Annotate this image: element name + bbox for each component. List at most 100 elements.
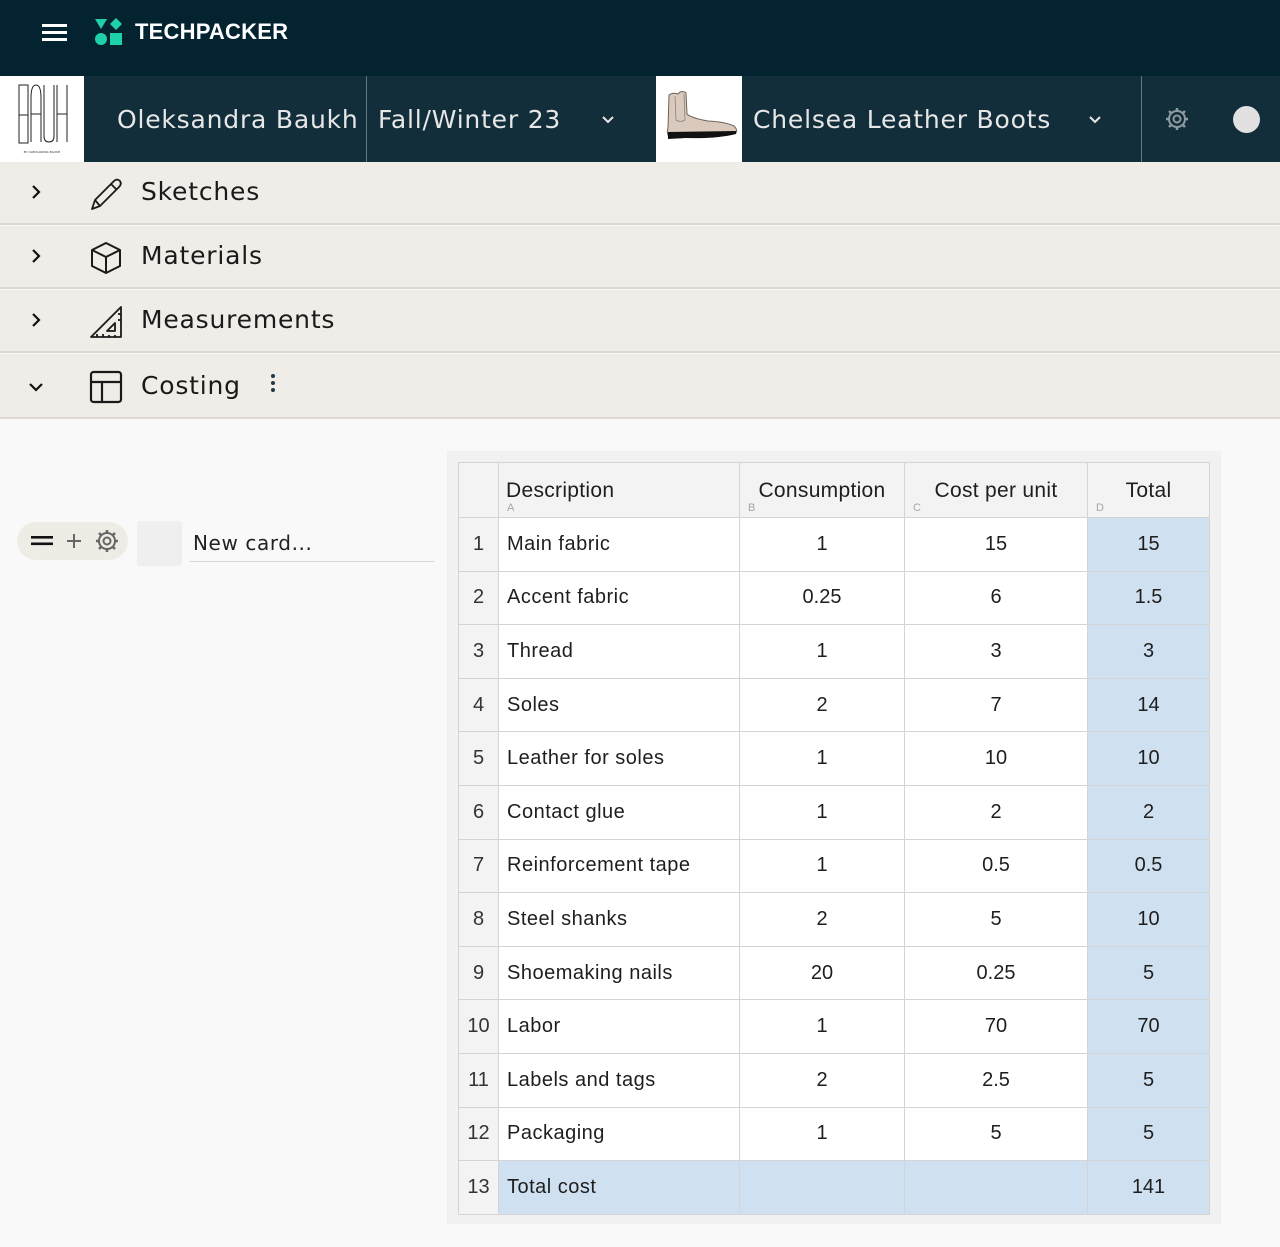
row-number[interactable]: 8 <box>458 892 499 947</box>
total-cell[interactable]: 1.5 <box>1087 570 1210 626</box>
description-cell[interactable]: Shoemaking nails <box>498 945 740 1001</box>
user-avatar[interactable] <box>1233 106 1260 133</box>
total-cell[interactable]: 2 <box>1087 784 1210 840</box>
description-cell[interactable]: Labels and tags <box>498 1052 740 1108</box>
section-materials[interactable]: Materials <box>0 226 1280 289</box>
cost-per-unit-cell[interactable]: 0.25 <box>904 945 1088 1001</box>
consumption-cell[interactable]: 1 <box>739 999 905 1054</box>
total-cell[interactable]: 14 <box>1087 677 1210 733</box>
consumption-cell[interactable]: 2 <box>739 677 905 733</box>
drag-handle-icon[interactable] <box>29 522 55 560</box>
row-number[interactable]: 10 <box>458 999 499 1054</box>
chevron-down-icon[interactable] <box>601 113 615 127</box>
cost-per-unit-cell[interactable]: 0.5 <box>904 838 1088 894</box>
consumption-cell[interactable]: 20 <box>739 945 905 1001</box>
cost-per-unit-cell[interactable]: 70 <box>904 999 1088 1054</box>
table-row: 5 Leather for soles 1 10 10 <box>458 731 1210 786</box>
row-number[interactable]: 11 <box>458 1052 499 1108</box>
total-cell[interactable]: 10 <box>1087 731 1210 786</box>
cost-per-unit-cell[interactable]: 6 <box>904 570 1088 626</box>
consumption-cell[interactable]: 1 <box>739 1106 905 1162</box>
chevron-right-icon[interactable] <box>28 184 44 200</box>
corner-cell[interactable] <box>458 462 499 518</box>
total-cell[interactable]: 0.5 <box>1087 838 1210 894</box>
cost-per-unit-cell[interactable]: 2 <box>904 784 1088 840</box>
product-thumbnail[interactable] <box>656 76 742 162</box>
section-costing[interactable]: Costing <box>0 354 1280 419</box>
total-cell[interactable]: 10 <box>1087 892 1210 947</box>
consumption-cell[interactable] <box>739 1160 905 1215</box>
hamburger-menu-icon[interactable] <box>42 24 68 44</box>
total-cell[interactable]: 141 <box>1087 1160 1210 1215</box>
product-selector[interactable]: Chelsea Leather Boots <box>753 76 1051 162</box>
description-cell[interactable]: Leather for soles <box>498 731 740 786</box>
row-number[interactable]: 12 <box>458 1106 499 1162</box>
plus-icon[interactable] <box>63 522 85 560</box>
column-header-description[interactable]: Description A <box>498 462 740 518</box>
description-cell[interactable]: Accent fabric <box>498 570 740 626</box>
row-number[interactable]: 9 <box>458 945 499 1001</box>
consumption-cell[interactable]: 2 <box>739 892 905 947</box>
card-color-swatch[interactable] <box>137 521 182 566</box>
row-number[interactable]: 1 <box>458 517 499 572</box>
total-cell[interactable]: 5 <box>1087 945 1210 1001</box>
row-number[interactable]: 3 <box>458 624 499 679</box>
description-cell[interactable]: Contact glue <box>498 784 740 840</box>
cost-per-unit-cell[interactable]: 2.5 <box>904 1052 1088 1108</box>
description-cell[interactable]: Total cost <box>498 1160 740 1215</box>
consumption-cell[interactable]: 1 <box>739 517 905 572</box>
row-number[interactable]: 6 <box>458 784 499 840</box>
description-cell[interactable]: Main fabric <box>498 517 740 572</box>
consumption-cell[interactable]: 2 <box>739 1052 905 1108</box>
consumption-cell[interactable]: 1 <box>739 624 905 679</box>
section-sketches[interactable]: Sketches <box>0 162 1280 225</box>
chevron-right-icon[interactable] <box>28 312 44 328</box>
section-measurements[interactable]: Measurements <box>0 290 1280 353</box>
description-cell[interactable]: Packaging <box>498 1106 740 1162</box>
total-cell[interactable]: 70 <box>1087 999 1210 1054</box>
consumption-cell[interactable]: 1 <box>739 838 905 894</box>
row-number[interactable]: 13 <box>458 1160 499 1215</box>
consumption-cell[interactable]: 1 <box>739 784 905 840</box>
row-number[interactable]: 5 <box>458 731 499 786</box>
chevron-down-icon[interactable] <box>1088 113 1102 127</box>
description-cell[interactable]: Thread <box>498 624 740 679</box>
column-header-total[interactable]: Total D <box>1087 462 1210 518</box>
total-cell[interactable]: 5 <box>1087 1052 1210 1108</box>
row-number[interactable]: 2 <box>458 570 499 626</box>
cost-per-unit-cell[interactable]: 5 <box>904 892 1088 947</box>
new-card-input[interactable] <box>190 524 434 562</box>
description-cell[interactable]: Soles <box>498 677 740 733</box>
consumption-cell[interactable]: 1 <box>739 731 905 786</box>
chevron-right-icon[interactable] <box>28 248 44 264</box>
description-cell[interactable]: Labor <box>498 999 740 1054</box>
cost-per-unit-cell[interactable]: 5 <box>904 1106 1088 1162</box>
cost-per-unit-cell[interactable]: 10 <box>904 731 1088 786</box>
row-number[interactable]: 7 <box>458 838 499 894</box>
cost-per-unit-cell[interactable]: 15 <box>904 517 1088 572</box>
app-logo[interactable]: TECHPACKER <box>95 18 288 46</box>
column-header-cost-per-unit[interactable]: Cost per unit C <box>904 462 1088 518</box>
collection-selector[interactable]: Fall/Winter 23 <box>378 76 561 162</box>
more-options-icon[interactable] <box>268 374 278 396</box>
gear-icon[interactable] <box>92 522 122 560</box>
column-header-consumption[interactable]: Consumption B <box>739 462 905 518</box>
cost-per-unit-cell[interactable]: 3 <box>904 624 1088 679</box>
row-number[interactable]: 4 <box>458 677 499 733</box>
pencil-icon <box>91 178 122 210</box>
description-cell[interactable]: Reinforcement tape <box>498 838 740 894</box>
consumption-cell[interactable]: 0.25 <box>739 570 905 626</box>
description-cell[interactable]: Steel shanks <box>498 892 740 947</box>
total-cell[interactable]: 15 <box>1087 517 1210 572</box>
brand-name[interactable]: Oleksandra Baukh <box>117 76 359 162</box>
gear-icon[interactable] <box>1164 106 1190 132</box>
table-row: 9 Shoemaking nails 20 0.25 5 <box>458 945 1210 1001</box>
top-app-bar: TECHPACKER <box>0 0 1280 76</box>
total-cell[interactable]: 5 <box>1087 1106 1210 1162</box>
total-cell[interactable]: 3 <box>1087 624 1210 679</box>
cost-per-unit-cell[interactable] <box>904 1160 1088 1215</box>
chevron-down-icon[interactable] <box>28 379 44 395</box>
set-square-ruler-icon <box>90 306 122 338</box>
cost-per-unit-cell[interactable]: 7 <box>904 677 1088 733</box>
brand-logo[interactable]: BY OLEKSANDRA BAUKH <box>0 76 84 162</box>
